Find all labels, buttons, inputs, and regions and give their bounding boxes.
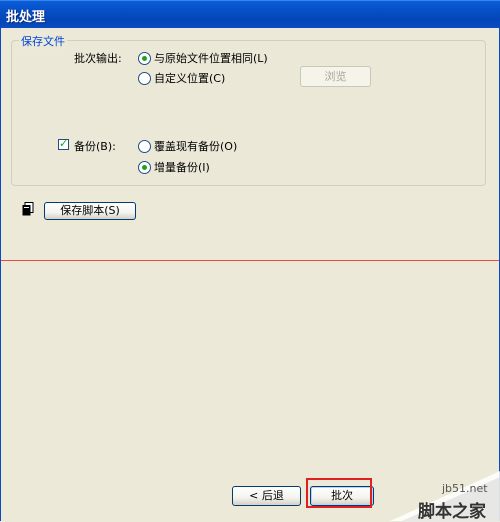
backup-checkbox[interactable]: ✓ xyxy=(58,137,69,150)
radio-incremental-backup-label[interactable]: 增量备份(I) xyxy=(154,159,210,175)
check-mark-icon: ✓ xyxy=(59,137,69,150)
divider-line xyxy=(1,260,499,261)
batch-output-label: 批次输出: xyxy=(74,52,122,65)
browse-button[interactable]: 浏览 xyxy=(300,66,371,87)
group-legend: 保存文件 xyxy=(19,33,67,49)
back-button[interactable]: < 后退 xyxy=(232,486,301,506)
radio-overwrite-backup[interactable] xyxy=(138,140,151,153)
window-title: 批处理 xyxy=(6,10,46,25)
script-icon xyxy=(22,202,34,216)
radio-custom-location[interactable] xyxy=(138,72,151,85)
watermark-name: 脚本之家 xyxy=(418,502,486,522)
title-bar: 批处理 xyxy=(0,0,500,28)
radio-custom-location-label[interactable]: 自定义位置(C) xyxy=(154,70,225,86)
radio-same-location-label[interactable]: 与原始文件位置相同(L) xyxy=(154,50,268,66)
radio-same-location[interactable] xyxy=(138,52,151,65)
save-script-button[interactable]: 保存脚本(S) xyxy=(44,202,136,220)
radio-incremental-backup[interactable] xyxy=(138,161,151,174)
watermark-site: jb51.net xyxy=(442,482,488,495)
backup-label: 备份(B): xyxy=(74,140,116,153)
radio-overwrite-backup-label[interactable]: 覆盖现有备份(O) xyxy=(154,138,237,154)
